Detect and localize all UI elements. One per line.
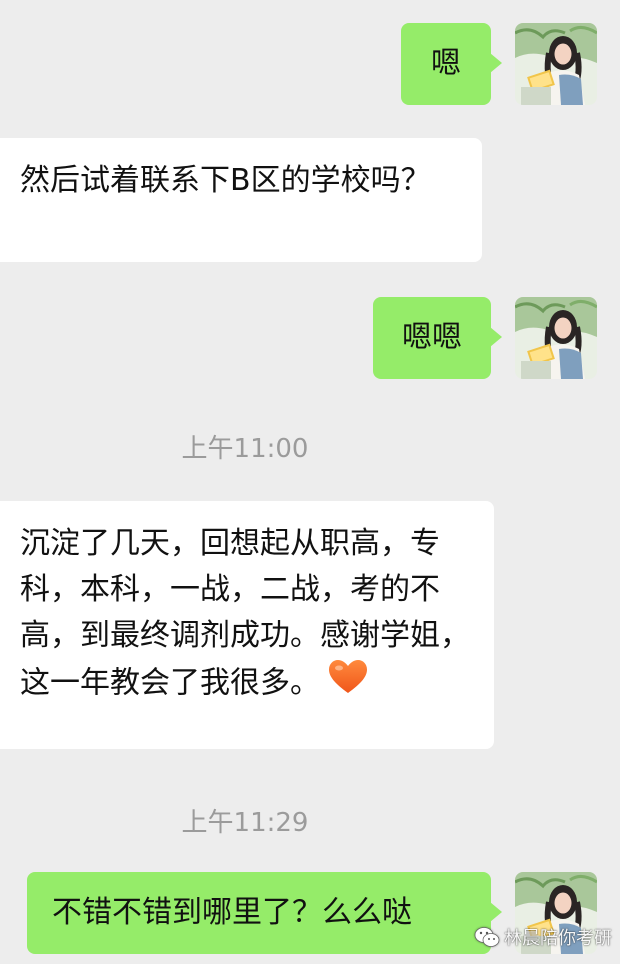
user-avatar[interactable] [515,297,597,379]
incoming-message-bubble[interactable]: 然后试着联系下B区的学校吗？ [0,138,482,262]
girl-photo-avatar-icon [515,23,597,105]
outgoing-message-bubble[interactable]: 嗯嗯 [373,297,502,379]
message-text: 沉淀了几天，回想起从职高，专科，本科，一战，二战，考的不高，到最终调剂成功。感谢… [20,526,470,701]
message-text: 然后试着联系下B区的学校吗？ [20,163,431,198]
outgoing-message-bubble[interactable]: 不错不错到哪里了？么么哒 [27,872,502,954]
timestamp: 上午11:29 [181,808,309,838]
message-text: 嗯 [431,46,461,81]
girl-photo-avatar-icon [515,297,597,379]
incoming-message-bubble[interactable]: 沉淀了几天，回想起从职高，专科，本科，一战，二战，考的不高，到最终调剂成功。感谢… [0,501,494,749]
outgoing-message-bubble[interactable]: 嗯 [401,23,502,105]
message-text: 不错不错到哪里了？么么哒 [52,895,412,930]
message-text: 嗯嗯 [402,320,462,355]
watermark: 林晨陪你考研 [474,924,612,950]
user-avatar[interactable] [515,23,597,105]
timestamp: 上午11:00 [181,434,309,464]
heart-emoji-icon [328,659,368,709]
wechat-icon [474,927,500,947]
watermark-text: 林晨陪你考研 [504,928,612,949]
